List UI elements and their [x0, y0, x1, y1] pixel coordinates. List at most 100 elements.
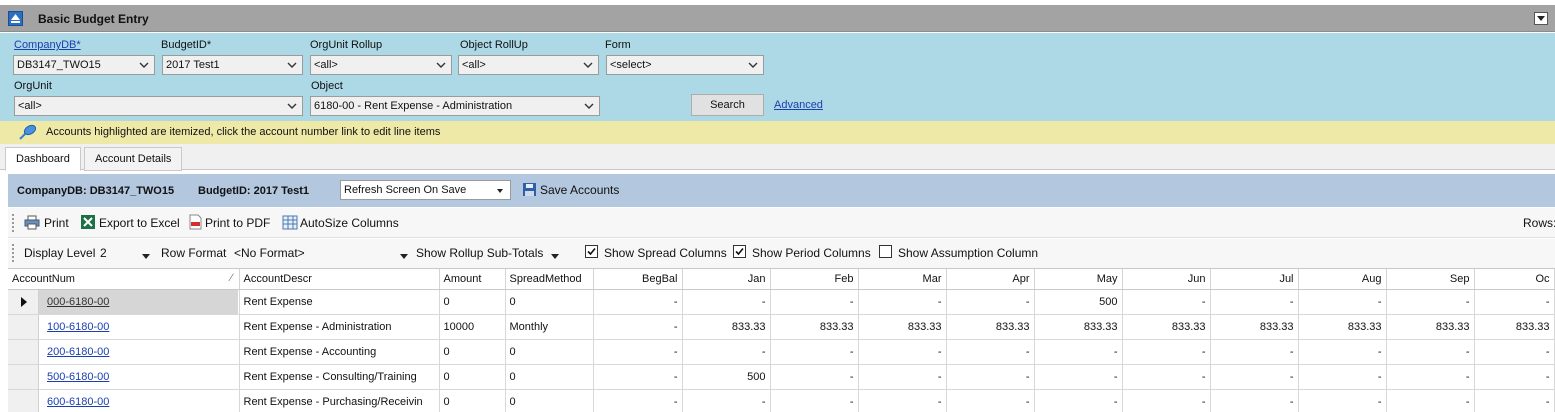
table-row[interactable]: 600-6180-00 Rent Expense - Purchasing/Rec… — [8, 389, 1555, 412]
budget-select[interactable]: 2017 Test1 — [162, 55, 303, 75]
period-value-cell[interactable]: - — [1298, 364, 1387, 390]
panel-dropdown-icon[interactable] — [1534, 12, 1548, 25]
spread-method-cell[interactable]: 0 — [505, 364, 594, 390]
period-value-cell[interactable]: - — [593, 364, 683, 390]
amount-cell[interactable]: 0 — [439, 289, 506, 315]
column-header[interactable]: BegBal — [593, 269, 683, 290]
period-value-cell[interactable]: 833.33 — [1210, 314, 1299, 340]
period-value-cell[interactable]: - — [1210, 289, 1299, 315]
save-accounts-button[interactable]: Save Accounts — [540, 183, 619, 197]
column-header[interactable]: Sep — [1386, 269, 1475, 290]
period-value-cell[interactable]: - — [1298, 389, 1387, 412]
period-value-cell[interactable]: - — [1122, 364, 1211, 390]
period-value-cell[interactable]: - — [682, 339, 771, 365]
print-pdf-button[interactable]: Print to PDF — [205, 216, 270, 230]
period-value-cell[interactable]: - — [593, 339, 683, 365]
period-value-cell[interactable]: - — [946, 364, 1035, 390]
export-excel-button[interactable]: Export to Excel — [99, 216, 180, 230]
period-value-cell[interactable]: - — [682, 389, 771, 412]
row-selector[interactable] — [8, 314, 39, 338]
amount-cell[interactable]: 0 — [439, 339, 506, 365]
period-value-cell[interactable]: - — [682, 289, 771, 315]
tab-account-details[interactable]: Account Details — [84, 147, 183, 171]
table-row[interactable]: 500-6180-00 Rent Expense - Consulting/Tra… — [8, 364, 1555, 390]
period-columns-checkbox[interactable] — [733, 245, 746, 258]
column-header[interactable]: Apr — [946, 269, 1035, 290]
period-value-cell[interactable]: - — [1474, 389, 1555, 412]
column-header[interactable]: SpreadMethod — [505, 269, 594, 290]
table-row[interactable]: 000-6180-00 Rent Expense 0 0- - - - -500- - - - - — [8, 289, 1555, 315]
period-value-cell[interactable]: - — [770, 389, 859, 412]
account-number-link[interactable]: 200-6180-00 — [39, 340, 238, 364]
row-selector[interactable] — [8, 339, 39, 363]
spread-method-cell[interactable]: 0 — [505, 289, 594, 315]
period-value-cell[interactable]: - — [1210, 364, 1299, 390]
orgunit-rollup-select[interactable]: <all> — [310, 55, 452, 75]
period-value-cell[interactable]: - — [946, 389, 1035, 412]
period-value-cell[interactable]: - — [1122, 339, 1211, 365]
period-value-cell[interactable]: - — [1298, 289, 1387, 315]
spread-columns-checkbox[interactable] — [585, 245, 598, 258]
account-description-cell[interactable]: Rent Expense — [239, 289, 440, 315]
period-value-cell[interactable]: 833.33 — [770, 314, 859, 340]
period-value-cell[interactable]: - — [593, 289, 683, 315]
period-value-cell[interactable]: - — [770, 339, 859, 365]
spread-method-cell[interactable]: 0 — [505, 389, 594, 412]
period-value-cell[interactable]: - — [1210, 389, 1299, 412]
period-value-cell[interactable]: - — [1034, 389, 1123, 412]
table-row[interactable]: 100-6180-00 Rent Expense - Administration… — [8, 314, 1555, 340]
column-header[interactable]: May — [1034, 269, 1123, 290]
period-value-cell[interactable]: - — [1386, 364, 1475, 390]
account-number-link[interactable]: 500-6180-00 — [39, 365, 238, 389]
refresh-mode-select[interactable]: Refresh Screen On Save — [340, 180, 511, 200]
column-header[interactable]: Jan — [682, 269, 771, 290]
period-value-cell[interactable]: - — [1386, 389, 1475, 412]
column-header[interactable]: Amount — [439, 269, 506, 290]
period-value-cell[interactable]: - — [1034, 364, 1123, 390]
period-value-cell[interactable]: - — [1122, 289, 1211, 315]
table-row[interactable]: 200-6180-00 Rent Expense - Accounting 0 0- -… — [8, 339, 1555, 365]
assumption-column-checkbox[interactable] — [879, 245, 892, 258]
column-header[interactable]: Feb — [770, 269, 859, 290]
amount-cell[interactable]: 10000 — [439, 314, 506, 340]
period-value-cell[interactable]: - — [858, 389, 947, 412]
period-value-cell[interactable]: - — [1210, 339, 1299, 365]
column-header[interactable]: AccountNum ⁄ — [8, 269, 240, 290]
period-value-cell[interactable]: - — [1474, 364, 1555, 390]
account-number-link[interactable]: 600-6180-00 — [39, 390, 238, 412]
column-header[interactable]: Aug — [1298, 269, 1387, 290]
print-button[interactable]: Print — [44, 216, 69, 230]
period-value-cell[interactable]: 500 — [1034, 289, 1123, 315]
account-description-cell[interactable]: Rent Expense - Administration — [239, 314, 440, 340]
period-value-cell[interactable]: 833.33 — [1474, 314, 1555, 340]
period-value-cell[interactable]: - — [858, 364, 947, 390]
company-label-link[interactable]: CompanyDB* — [14, 39, 81, 51]
advanced-link[interactable]: Advanced — [774, 99, 823, 111]
period-value-cell[interactable]: 833.33 — [858, 314, 947, 340]
row-selector[interactable] — [8, 389, 39, 412]
current-row-marker-icon[interactable] — [8, 289, 39, 313]
account-description-cell[interactable]: Rent Expense - Purchasing/Receivin — [239, 389, 440, 412]
column-header[interactable]: AccountDescr — [239, 269, 440, 290]
column-header[interactable]: Jun — [1122, 269, 1211, 290]
form-select[interactable]: <select> — [606, 55, 764, 75]
column-header[interactable]: Jul — [1210, 269, 1299, 290]
orgunit-select[interactable]: <all> — [14, 96, 303, 116]
period-value-cell[interactable]: - — [946, 339, 1035, 365]
period-value-cell[interactable]: - — [1474, 339, 1555, 365]
period-value-cell[interactable]: 500 — [682, 364, 771, 390]
display-level-value[interactable]: 2 — [100, 246, 107, 260]
period-value-cell[interactable]: 833.33 — [1386, 314, 1475, 340]
row-format-value[interactable]: <No Format> — [234, 246, 305, 260]
column-header[interactable]: Oc — [1474, 269, 1555, 290]
period-value-cell[interactable]: - — [1298, 339, 1387, 365]
rollup-subtotals-dropdown[interactable]: Show Rollup Sub-Totals — [416, 246, 543, 260]
period-value-cell[interactable]: - — [1474, 289, 1555, 315]
column-header[interactable]: Mar — [858, 269, 947, 290]
account-description-cell[interactable]: Rent Expense - Consulting/Training — [239, 364, 440, 390]
period-value-cell[interactable]: - — [1034, 339, 1123, 365]
account-number-link[interactable]: 100-6180-00 — [39, 315, 238, 339]
autosize-columns-button[interactable]: AutoSize Columns — [300, 216, 399, 230]
period-value-cell[interactable]: 833.33 — [1298, 314, 1387, 340]
object-select[interactable]: 6180-00 - Rent Expense - Administration — [310, 96, 600, 116]
